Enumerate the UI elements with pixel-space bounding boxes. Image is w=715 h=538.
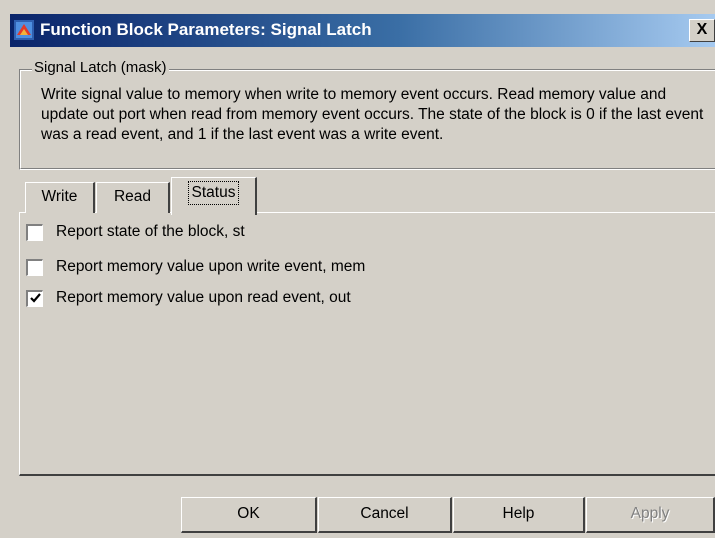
simulink-block-icon — [14, 20, 34, 40]
window-title: Function Block Parameters: Signal Latch — [40, 20, 372, 39]
report-state-checkbox[interactable] — [26, 224, 43, 241]
help-button[interactable]: Help — [453, 497, 585, 533]
dialog-window: Function Block Parameters: Signal Latch … — [0, 0, 715, 538]
report-out-checkbox[interactable] — [26, 290, 43, 307]
close-button[interactable]: X — [689, 19, 715, 42]
tab-read[interactable]: Read — [96, 182, 170, 213]
checkmark-icon — [30, 293, 41, 303]
tab-status[interactable]: Status — [171, 177, 257, 215]
tab-panel — [19, 212, 715, 476]
tab-status-label: Status — [187, 181, 240, 205]
tab-write[interactable]: Write — [25, 182, 95, 213]
ok-button[interactable]: OK — [181, 497, 317, 533]
report-mem-label: Report memory value upon write event, me… — [56, 258, 366, 275]
title-bar[interactable]: Function Block Parameters: Signal Latch … — [10, 14, 715, 47]
report-mem-checkbox[interactable] — [26, 259, 43, 276]
report-state-label: Report state of the block, st — [56, 223, 245, 240]
groupbox-legend: Signal Latch (mask) — [32, 58, 169, 78]
report-out-label: Report memory value upon read event, out — [56, 289, 351, 306]
block-description: Write signal value to memory when write … — [41, 86, 704, 143]
apply-button[interactable]: Apply — [586, 497, 715, 533]
cancel-button[interactable]: Cancel — [318, 497, 452, 533]
